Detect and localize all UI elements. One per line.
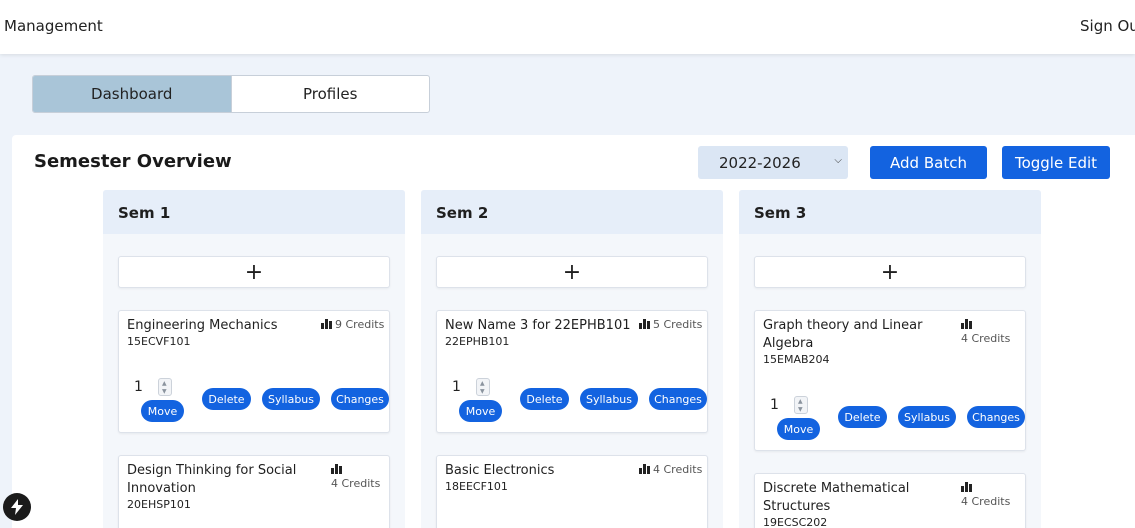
course-code: 19ECSC202 — [763, 516, 828, 528]
course-code: 18EECF101 — [445, 480, 508, 493]
course-credits: 4 Credits — [961, 481, 1017, 509]
app-brand: Management — [4, 17, 103, 35]
credits-label: 4 Credits — [961, 332, 1011, 345]
semester-header: Sem 1 — [103, 190, 405, 234]
move-button[interactable]: Move — [141, 400, 184, 422]
semester-title: Sem 1 — [118, 204, 171, 222]
add-course-button[interactable]: + — [118, 256, 390, 288]
add-course-button[interactable]: + — [754, 256, 1026, 288]
bar-chart-icon — [639, 464, 650, 474]
semester-header: Sem 3 — [739, 190, 1041, 234]
syllabus-button[interactable]: Syllabus — [262, 388, 320, 410]
credits-label: 4 Credits — [961, 495, 1011, 508]
move-button[interactable]: Move — [777, 418, 820, 440]
syllabus-button[interactable]: Syllabus — [580, 388, 638, 410]
course-card[interactable]: Design Thinking for Social Innovation 20… — [118, 455, 390, 528]
bar-chart-icon — [321, 319, 332, 329]
semester-column-1: Sem 1 + Engineering Mechanics 15ECVF101 … — [103, 190, 405, 528]
bar-chart-icon — [961, 482, 972, 492]
syllabus-button[interactable]: Syllabus — [898, 406, 956, 428]
quantity-value: 1 — [134, 379, 143, 395]
course-card[interactable]: Basic Electronics 18EECF101 4 Credits — [436, 455, 708, 528]
chevron-down-icon: ⌵ — [834, 155, 842, 166]
batch-select-value: 2022-2026 — [719, 153, 801, 172]
semester-overview-panel: Semester Overview 2022-2026 ⌵ Add Batch … — [12, 135, 1135, 528]
delete-button[interactable]: Delete — [520, 388, 569, 410]
credits-label: 9 Credits — [335, 318, 385, 331]
course-credits: 4 Credits — [331, 463, 387, 491]
semester-column-2: Sem 2 + New Name 3 for 22EPHB101 22EPHB1… — [421, 190, 723, 528]
sign-out-link[interactable]: Sign Out — [1080, 17, 1135, 35]
tab-profiles[interactable]: Profiles — [232, 76, 430, 112]
course-name: Design Thinking for Social Innovation — [127, 463, 297, 496]
course-credits: 4 Credits — [639, 463, 702, 477]
toggle-edit-button[interactable]: Toggle Edit — [1002, 146, 1110, 179]
delete-button[interactable]: Delete — [838, 406, 887, 428]
course-credits: 5 Credits — [639, 318, 702, 332]
add-course-button[interactable]: + — [436, 256, 708, 288]
floating-action-button[interactable] — [3, 493, 31, 521]
semester-column-3: Sem 3 + Graph theory and Linear Algebra … — [739, 190, 1041, 528]
changes-button[interactable]: Changes — [649, 388, 707, 410]
course-name: Engineering Mechanics — [127, 318, 278, 333]
credits-label: 5 Credits — [653, 318, 703, 331]
bar-chart-icon — [331, 464, 342, 474]
page-title: Semester Overview — [34, 151, 232, 172]
tab-dashboard[interactable]: Dashboard — [33, 76, 232, 112]
course-name: Graph theory and Linear Algebra — [763, 318, 923, 351]
course-card[interactable]: New Name 3 for 22EPHB101 22EPHB101 5 Cre… — [436, 310, 708, 433]
move-button[interactable]: Move — [459, 400, 502, 422]
changes-button[interactable]: Changes — [331, 388, 389, 410]
changes-button[interactable]: Changes — [967, 406, 1025, 428]
course-code: 15EMAB204 — [763, 353, 830, 366]
course-credits: 9 Credits — [321, 318, 384, 332]
course-code: 22EPHB101 — [445, 335, 510, 348]
quantity-value: 1 — [452, 379, 461, 395]
semester-title: Sem 3 — [754, 204, 807, 222]
quantity-value: 1 — [770, 397, 779, 413]
batch-select[interactable]: 2022-2026 ⌵ — [698, 146, 848, 179]
bar-chart-icon — [961, 319, 972, 329]
course-name: Discrete Mathematical Structures — [763, 481, 910, 514]
course-code: 20EHSP101 — [127, 498, 191, 511]
quantity-stepper[interactable]: ▲ ▼ — [476, 378, 490, 396]
add-batch-button[interactable]: Add Batch — [870, 146, 987, 179]
course-card[interactable]: Graph theory and Linear Algebra 15EMAB20… — [754, 310, 1026, 451]
course-name: Basic Electronics — [445, 463, 555, 478]
view-tabs: Dashboard Profiles — [32, 75, 430, 113]
credits-label: 4 Credits — [331, 477, 381, 490]
credits-label: 4 Credits — [653, 463, 703, 476]
course-name: New Name 3 for 22EPHB101 — [445, 318, 631, 333]
course-card[interactable]: Engineering Mechanics 15ECVF101 9 Credit… — [118, 310, 390, 433]
course-code: 15ECVF101 — [127, 335, 191, 348]
course-credits: 4 Credits — [961, 318, 1017, 346]
course-card[interactable]: Discrete Mathematical Structures 19ECSC2… — [754, 473, 1026, 528]
top-navbar: Management Sign Out — [0, 0, 1135, 54]
semester-header: Sem 2 — [421, 190, 723, 234]
delete-button[interactable]: Delete — [202, 388, 251, 410]
quantity-stepper[interactable]: ▲ ▼ — [158, 378, 172, 396]
bar-chart-icon — [639, 319, 650, 329]
quantity-stepper[interactable]: ▲ ▼ — [794, 396, 808, 414]
semester-title: Sem 2 — [436, 204, 489, 222]
lightning-icon — [11, 499, 23, 515]
